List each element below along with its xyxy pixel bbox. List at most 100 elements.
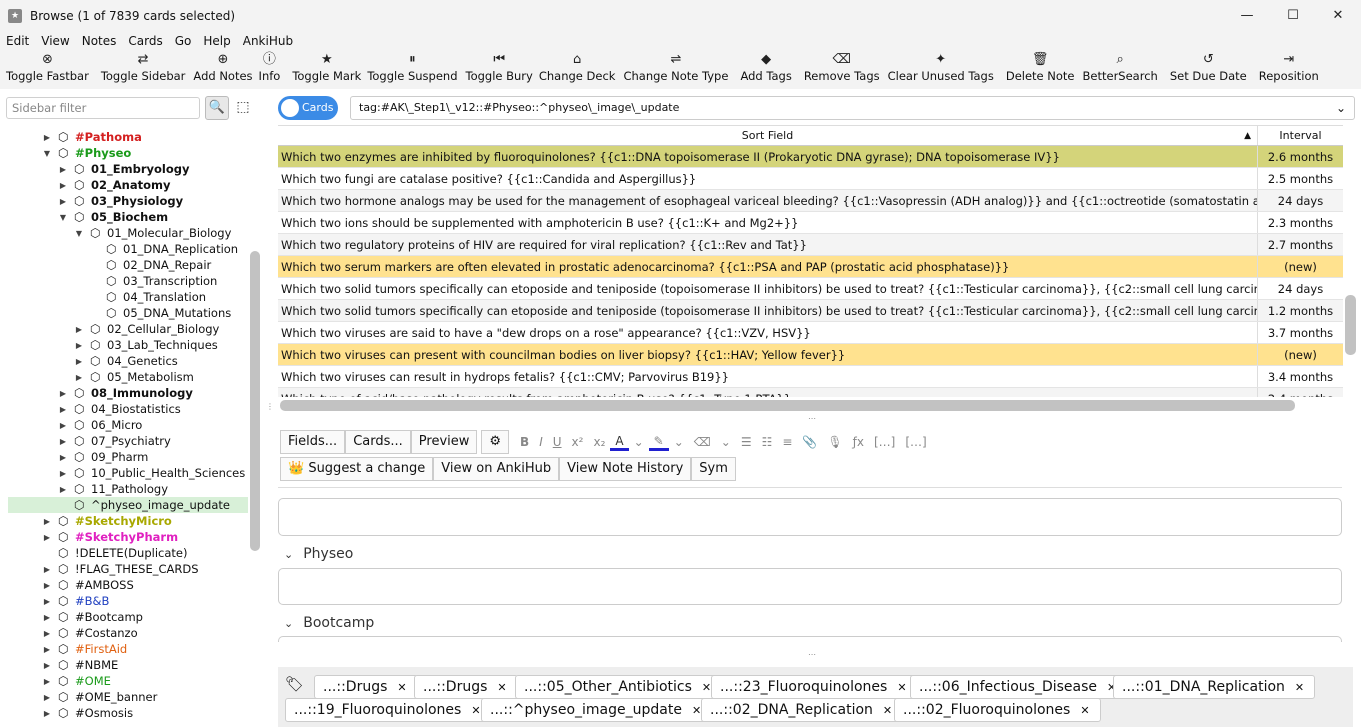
chevron-down-icon[interactable]: ⌄ (1328, 97, 1354, 119)
sidebar-tag-item[interactable]: ⬡ 01_DNA_Replication (90, 241, 238, 257)
sidebar-tag-item[interactable]: ▶ ⬡ 06_Micro (58, 417, 142, 433)
view-note-history-button[interactable]: View Note History (559, 457, 692, 481)
minimize-button[interactable]: — (1224, 0, 1270, 31)
align-icon[interactable]: ≡ (777, 435, 797, 449)
sidebar-tag-item[interactable]: ⬡ !DELETE(Duplicate) (42, 545, 187, 561)
chevron-right-icon[interactable]: ▶ (42, 693, 52, 702)
table-horizontal-scrollbar[interactable] (280, 400, 1295, 411)
sidebar-tag-item[interactable]: ▶ ⬡ #OME_banner (42, 689, 157, 705)
toolbar-add-tags-button[interactable]: ◆ Add Tags (734, 51, 797, 83)
sidebar-tag-item[interactable]: ▶ ⬡ 05_Metabolism (74, 369, 194, 385)
sidebar-tag-item[interactable]: ▶ ⬡ 07_Psychiatry (58, 433, 171, 449)
table-row[interactable]: Which type of acid/base pathology result… (278, 388, 1343, 397)
chevron-right-icon[interactable]: ▶ (42, 581, 52, 590)
search-query-input[interactable]: tag:#AK\_Step1\_v12::#Physeo::^physeo\_i… (350, 96, 1355, 120)
sidebar-tag-item[interactable]: ▶ ⬡ #NBME (42, 657, 118, 673)
highlight-icon[interactable]: ✎ (648, 434, 669, 451)
chevron-right-icon[interactable]: ▶ (42, 565, 52, 574)
tag-chip[interactable]: ...::01_DNA_Replication ✕ (1113, 675, 1316, 699)
chevron-right-icon[interactable]: ▶ (58, 165, 68, 174)
tags-splitter-handle[interactable]: ⋯ (808, 650, 816, 659)
cloze-same-icon[interactable]: […] (900, 435, 931, 449)
toolbar-toggle-fastbar-button[interactable]: ⊗ Toggle Fastbar (0, 51, 95, 83)
sidebar-tag-item[interactable]: ▶ ⬡ #OME (42, 673, 111, 689)
tag-chip[interactable]: ...::Drugs ✕ (414, 675, 518, 699)
menu-ankihub[interactable]: AnkiHub (237, 34, 299, 48)
underline-icon[interactable]: U (548, 435, 567, 449)
sidebar-tag-item[interactable]: ▶ ⬡ 04_Genetics (74, 353, 178, 369)
close-icon[interactable]: ✕ (1080, 704, 1089, 717)
tag-chip[interactable]: ...::05_Other_Antibiotics ✕ (515, 675, 723, 699)
tag-chip[interactable]: ...::02_DNA_Replication ✕ (701, 698, 904, 722)
sidebar-tag-item[interactable]: ▶ ⬡ #B&B (42, 593, 109, 609)
toolbar-delete-note-button[interactable]: 🗑 Delete Note (1000, 51, 1081, 83)
chevron-right-icon[interactable]: ▶ (74, 341, 84, 350)
chevron-right-icon[interactable]: ▶ (58, 421, 68, 430)
tag-chip[interactable]: ...::23_Fluoroquinolones ✕ (711, 675, 918, 699)
chevron-right-icon[interactable]: ▶ (58, 181, 68, 190)
text-color-icon[interactable]: A (610, 434, 629, 451)
chevron-right-icon[interactable]: ▶ (42, 645, 52, 654)
toolbar-change-note-type-button[interactable]: ⇌ Change Note Type (617, 51, 734, 83)
close-icon[interactable]: ✕ (397, 681, 406, 694)
superscript-icon[interactable]: x² (567, 435, 589, 449)
tag-chip[interactable]: ...::^physeo_image_update ✕ (481, 698, 713, 722)
field-label-physeo[interactable]: ⌄ Physeo (284, 546, 353, 562)
maximize-button[interactable]: ☐ (1270, 0, 1316, 31)
chevron-down-icon[interactable]: ▼ (74, 229, 84, 238)
table-row[interactable]: Which two enzymes are inhibited by fluor… (278, 146, 1343, 168)
sidebar-tag-item[interactable]: ▶ ⬡ 09_Pharm (58, 449, 148, 465)
table-row[interactable]: Which two serum markers are often elevat… (278, 256, 1343, 278)
function-icon[interactable]: ƒx (848, 435, 869, 449)
gear-icon[interactable]: ⚙ (481, 430, 510, 454)
menu-help[interactable]: Help (197, 34, 236, 48)
fields-button[interactable]: Fields... (280, 430, 346, 454)
menu-cards[interactable]: Cards (122, 34, 168, 48)
table-row[interactable]: Which two fungi are catalase positive? {… (278, 168, 1343, 190)
toolbar-add-notes-button[interactable]: ⊕ Add Notes (187, 51, 258, 83)
close-icon[interactable]: ✕ (1295, 681, 1304, 694)
chevron-right-icon[interactable]: ▶ (42, 133, 52, 142)
bold-icon[interactable]: B (515, 435, 534, 449)
sidebar-tag-item[interactable]: ▶ ⬡ #Pathoma (42, 129, 142, 145)
close-icon[interactable]: ✕ (692, 704, 701, 717)
column-header-sort-field[interactable]: Sort Field ▲ (278, 126, 1258, 145)
sidebar-tag-item[interactable]: ▼ ⬡ 05_Biochem (58, 209, 168, 225)
sidebar-tag-item[interactable]: ⬡ 05_DNA_Mutations (90, 305, 231, 321)
toolbar-remove-tags-button[interactable]: ⌫ Remove Tags (798, 51, 886, 83)
field-label-bootcamp[interactable]: ⌄ Bootcamp (284, 615, 374, 631)
chevron-right-icon[interactable]: ▶ (42, 597, 52, 606)
chevron-down-icon[interactable]: ⌄ (716, 435, 736, 449)
chevron-down-icon[interactable]: ▼ (58, 213, 68, 222)
table-row[interactable]: Which two solid tumors specifically can … (278, 278, 1343, 300)
close-button[interactable]: ✕ (1315, 0, 1361, 31)
toolbar-toggle-suspend-button[interactable]: ⏸ Toggle Suspend (361, 51, 463, 83)
sidebar-splitter-handle[interactable]: ⋮ (266, 402, 274, 411)
sidebar-tag-item[interactable]: ▶ ⬡ !FLAG_THESE_CARDS (42, 561, 199, 577)
tag-chip[interactable]: ...::Drugs ✕ (314, 675, 418, 699)
chevron-right-icon[interactable]: ▶ (42, 533, 52, 542)
bullet-list-icon[interactable]: ☰ (736, 435, 757, 449)
chevron-right-icon[interactable]: ▶ (42, 709, 52, 718)
suggest-change-button[interactable]: 👑 Suggest a change (280, 457, 434, 481)
chevron-right-icon[interactable]: ▶ (74, 357, 84, 366)
sidebar-tag-item[interactable]: ▶ ⬡ #FirstAid (42, 641, 127, 657)
sidebar-tag-item[interactable]: ▶ ⬡ 03_Lab_Techniques (74, 337, 218, 353)
chevron-down-icon[interactable]: ⌄ (629, 435, 649, 449)
menu-view[interactable]: View (35, 34, 75, 48)
sidebar-tag-item[interactable]: ▶ ⬡ #Costanzo (42, 625, 138, 641)
preview-button[interactable]: Preview (410, 430, 478, 454)
sidebar-tag-item[interactable]: ▶ ⬡ #SketchyMicro (42, 513, 172, 529)
sidebar-tag-item[interactable]: ▶ ⬡ #AMBOSS (42, 577, 134, 593)
tag-chip[interactable]: ...::02_Fluoroquinolones ✕ (894, 698, 1101, 722)
table-row[interactable]: Which two viruses can result in hydrops … (278, 366, 1343, 388)
sidebar-tag-item[interactable]: ⬡ 03_Transcription (90, 273, 217, 289)
paperclip-icon[interactable]: 📎 (797, 435, 822, 449)
search-icon[interactable]: 🔍 (205, 96, 229, 120)
sidebar-tag-item[interactable]: ▶ ⬡ 11_Pathology (58, 481, 168, 497)
sidebar-tag-item[interactable]: ▼ ⬡ 01_Molecular_Biology (74, 225, 231, 241)
chevron-right-icon[interactable]: ▶ (74, 373, 84, 382)
eraser-icon[interactable]: ⌫ (689, 435, 716, 449)
chevron-right-icon[interactable]: ▶ (42, 613, 52, 622)
cloze-icon[interactable]: […] (869, 435, 900, 449)
